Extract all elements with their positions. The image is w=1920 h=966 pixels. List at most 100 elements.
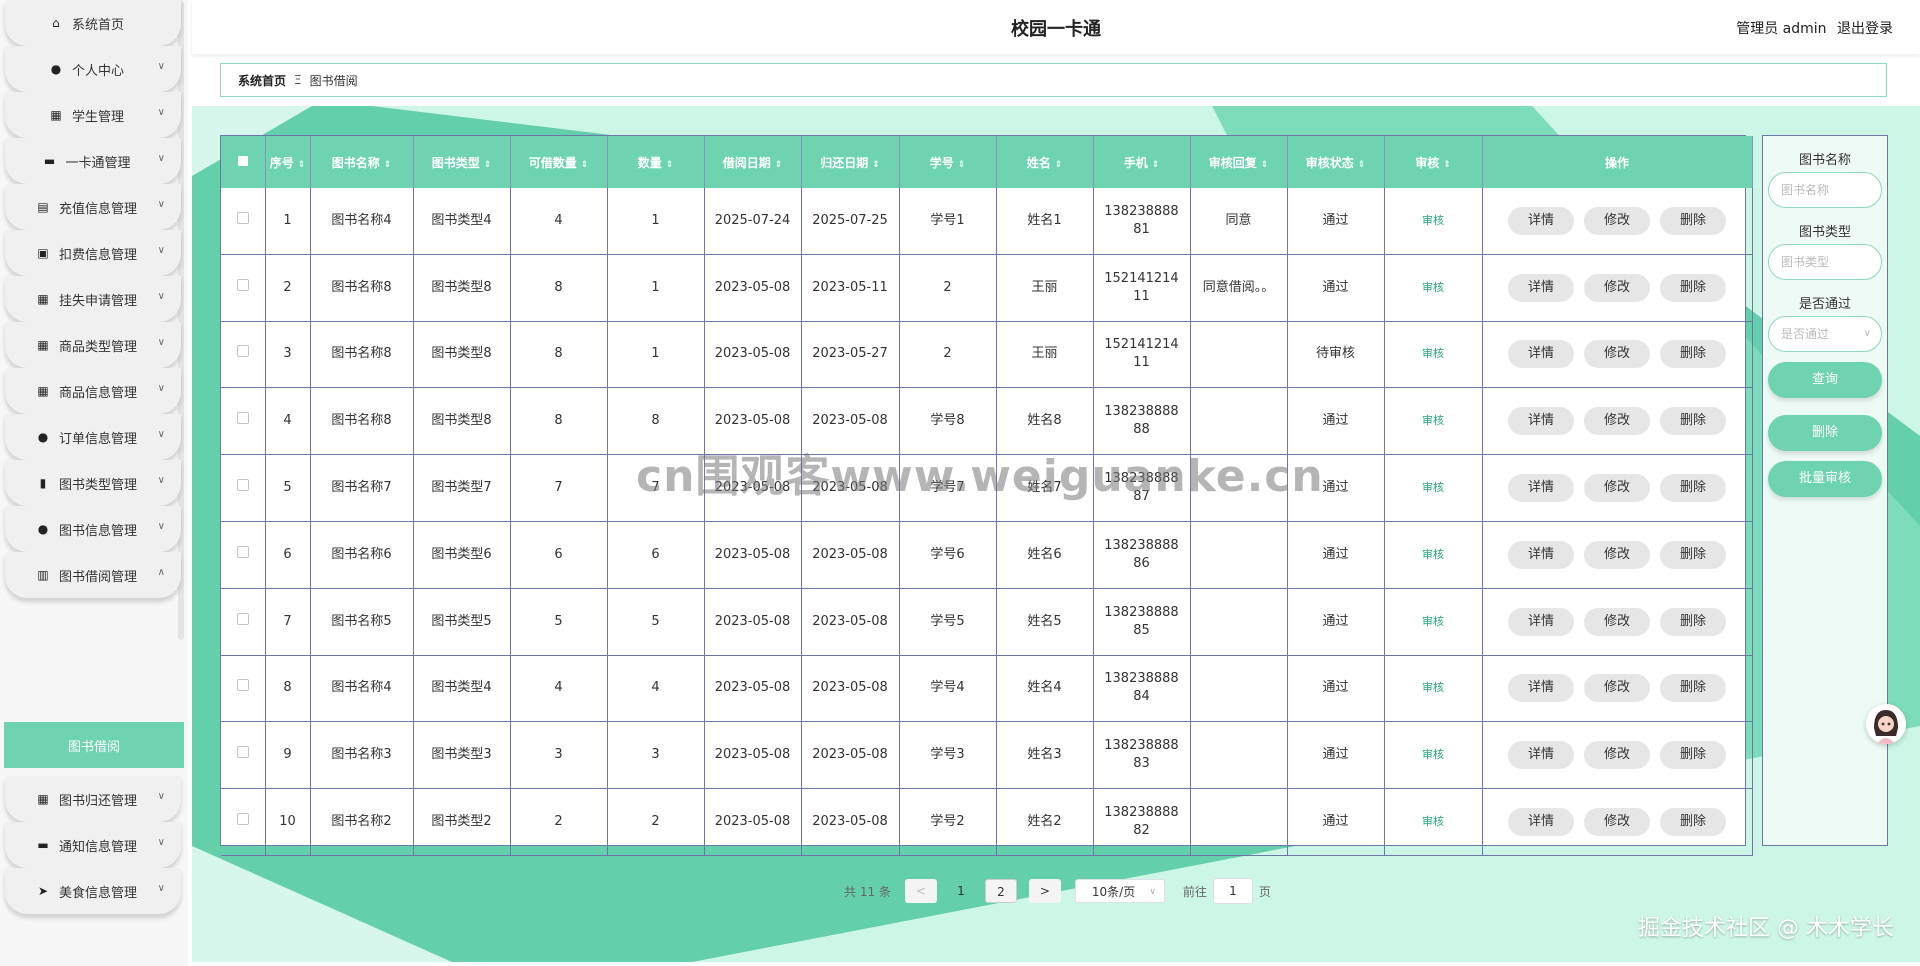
- edit-button[interactable]: 修改: [1584, 340, 1650, 369]
- detail-button[interactable]: 详情: [1508, 340, 1574, 369]
- row-checkbox[interactable]: [236, 545, 249, 558]
- delete-row-button[interactable]: 删除: [1660, 340, 1726, 369]
- row-checkbox[interactable]: [236, 612, 249, 625]
- sidebar-item-11[interactable]: ▮ 图书类型管理 ∨: [5, 460, 181, 506]
- row-checkbox[interactable]: [236, 345, 249, 358]
- column-header[interactable]: 学号 ⇕: [899, 136, 997, 188]
- delete-row-button[interactable]: 删除: [1660, 273, 1726, 302]
- assistant-avatar-icon[interactable]: [1866, 704, 1906, 744]
- audit-link[interactable]: 审核: [1422, 414, 1444, 427]
- delete-row-button[interactable]: 删除: [1660, 808, 1726, 837]
- select-all-checkbox[interactable]: [237, 156, 248, 166]
- sidebar-item-10[interactable]: ● 订单信息管理 ∨: [5, 414, 181, 460]
- edit-button[interactable]: 修改: [1584, 206, 1650, 235]
- query-button[interactable]: 查询: [1768, 362, 1882, 398]
- sidebar-item-8[interactable]: ▦ 商品类型管理 ∨: [5, 322, 181, 368]
- batch-audit-button[interactable]: 批量审核: [1768, 461, 1882, 497]
- column-header[interactable]: 借阅日期 ⇕: [704, 136, 802, 188]
- row-checkbox[interactable]: [236, 813, 249, 826]
- audit-link[interactable]: 审核: [1422, 481, 1444, 494]
- pass-status-select[interactable]: 是否通过 ∨: [1768, 316, 1882, 352]
- delete-row-button[interactable]: 删除: [1660, 607, 1726, 636]
- column-header[interactable]: 图书名称 ⇕: [310, 136, 414, 188]
- audit-link[interactable]: 审核: [1422, 681, 1444, 694]
- sort-icon[interactable]: ⇕: [384, 160, 392, 170]
- detail-button[interactable]: 详情: [1508, 206, 1574, 235]
- column-header[interactable]: 可借数量 ⇕: [510, 136, 608, 188]
- sort-icon[interactable]: ⇕: [1358, 160, 1366, 170]
- column-header[interactable]: 姓名 ⇕: [996, 136, 1094, 188]
- detail-button[interactable]: 详情: [1508, 540, 1574, 569]
- audit-link[interactable]: 审核: [1422, 214, 1444, 227]
- delete-row-button[interactable]: 删除: [1660, 540, 1726, 569]
- sidebar-item-3[interactable]: ▦ 学生管理 ∨: [5, 92, 181, 138]
- delete-row-button[interactable]: 删除: [1660, 206, 1726, 235]
- delete-button[interactable]: 删除: [1768, 415, 1882, 451]
- detail-button[interactable]: 详情: [1508, 674, 1574, 703]
- book-type-input[interactable]: 图书类型: [1768, 244, 1882, 280]
- sidebar-item-16[interactable]: ➤ 美食信息管理 ∨: [5, 868, 181, 914]
- detail-button[interactable]: 详情: [1508, 407, 1574, 436]
- column-header[interactable]: 审核状态 ⇕: [1287, 136, 1385, 188]
- edit-button[interactable]: 修改: [1584, 474, 1650, 503]
- logout-link[interactable]: 退出登录: [1837, 21, 1893, 37]
- sidebar-subitem-book-borrow[interactable]: 图书借阅: [4, 722, 184, 768]
- sort-icon[interactable]: ⇕: [958, 160, 966, 170]
- edit-button[interactable]: 修改: [1584, 407, 1650, 436]
- row-checkbox[interactable]: [236, 679, 249, 692]
- sort-icon[interactable]: ⇕: [872, 160, 880, 170]
- audit-link[interactable]: 审核: [1422, 548, 1444, 561]
- sidebar-item-13[interactable]: ▥ 图书借阅管理 ∧: [5, 552, 181, 598]
- column-header[interactable]: 审核回复 ⇕: [1190, 136, 1288, 188]
- sidebar-item-2[interactable]: ● 个人中心 ∨: [5, 46, 181, 92]
- sidebar-item-1[interactable]: ⌂ 系统首页: [5, 0, 181, 46]
- book-name-input[interactable]: 图书名称: [1768, 172, 1882, 208]
- edit-button[interactable]: 修改: [1584, 540, 1650, 569]
- prev-page-button[interactable]: <: [904, 879, 937, 903]
- next-page-button[interactable]: >: [1028, 879, 1061, 903]
- sort-icon[interactable]: ⇕: [1055, 160, 1063, 170]
- sidebar-item-12[interactable]: ● 图书信息管理 ∨: [5, 506, 181, 552]
- breadcrumb-home[interactable]: 系统首页: [238, 72, 286, 89]
- row-checkbox[interactable]: [236, 479, 249, 492]
- audit-link[interactable]: 审核: [1422, 281, 1444, 294]
- sort-icon[interactable]: ⇕: [1261, 160, 1269, 170]
- delete-row-button[interactable]: 删除: [1660, 407, 1726, 436]
- column-header[interactable]: 归还日期 ⇕: [801, 136, 900, 188]
- sort-icon[interactable]: ⇕: [1152, 160, 1160, 170]
- sidebar-item-6[interactable]: ▣ 扣费信息管理 ∨: [5, 230, 181, 276]
- edit-button[interactable]: 修改: [1584, 808, 1650, 837]
- goto-page-input[interactable]: 1: [1212, 878, 1253, 904]
- edit-button[interactable]: 修改: [1584, 273, 1650, 302]
- column-header[interactable]: 数量 ⇕: [607, 136, 705, 188]
- column-header[interactable]: 序号 ⇕: [265, 136, 311, 188]
- audit-link[interactable]: 审核: [1422, 815, 1444, 828]
- sort-icon[interactable]: ⇕: [1443, 160, 1451, 170]
- sidebar-item-15[interactable]: ▬ 通知信息管理 ∨: [5, 822, 181, 868]
- sidebar-item-4[interactable]: ▬ 一卡通管理 ∨: [5, 138, 181, 184]
- sidebar-item-7[interactable]: ▦ 挂失申请管理 ∨: [5, 276, 181, 322]
- detail-button[interactable]: 详情: [1508, 808, 1574, 837]
- row-checkbox[interactable]: [236, 746, 249, 759]
- row-checkbox[interactable]: [236, 211, 249, 224]
- audit-link[interactable]: 审核: [1422, 748, 1444, 761]
- column-header[interactable]: 审核 ⇕: [1384, 136, 1483, 188]
- edit-button[interactable]: 修改: [1584, 741, 1650, 770]
- edit-button[interactable]: 修改: [1584, 607, 1650, 636]
- detail-button[interactable]: 详情: [1508, 741, 1574, 770]
- page-size-select[interactable]: 10条/页 ∨: [1074, 879, 1165, 903]
- row-checkbox[interactable]: [236, 412, 249, 425]
- delete-row-button[interactable]: 删除: [1660, 474, 1726, 503]
- delete-row-button[interactable]: 删除: [1660, 674, 1726, 703]
- sidebar-item-14[interactable]: ▦ 图书归还管理 ∨: [5, 776, 181, 822]
- detail-button[interactable]: 详情: [1508, 607, 1574, 636]
- detail-button[interactable]: 详情: [1508, 273, 1574, 302]
- sort-icon[interactable]: ⇕: [775, 160, 783, 170]
- column-header[interactable]: 图书类型 ⇕: [413, 136, 511, 188]
- audit-link[interactable]: 审核: [1422, 347, 1444, 360]
- delete-row-button[interactable]: 删除: [1660, 741, 1726, 770]
- column-header[interactable]: 手机 ⇕: [1093, 136, 1191, 188]
- page-2-button[interactable]: 2: [984, 879, 1017, 903]
- sidebar-item-5[interactable]: ▤ 充值信息管理 ∨: [5, 184, 181, 230]
- edit-button[interactable]: 修改: [1584, 674, 1650, 703]
